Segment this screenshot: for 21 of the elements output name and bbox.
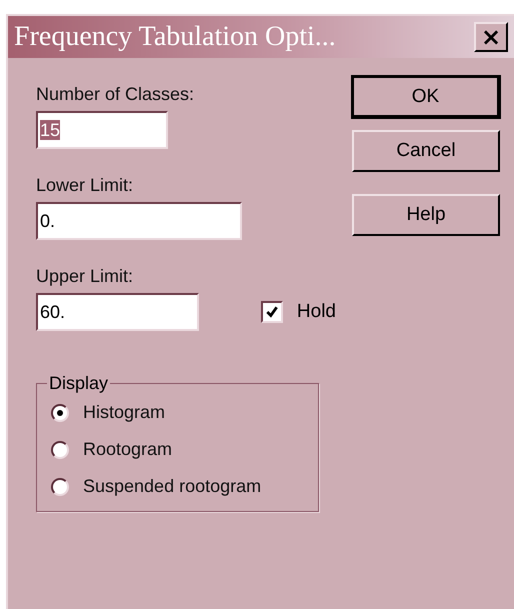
field-label: Number of Classes: [36,84,196,105]
input-field[interactable]: 15 [36,111,168,149]
radio-button[interactable] [51,440,69,458]
input-field[interactable]: 60. [36,293,199,331]
input-field[interactable]: 0. [36,202,242,240]
dialog-button[interactable]: OK [352,76,500,118]
radio-button[interactable] [51,404,69,422]
window-title: Frequency Tabulation Opti... [14,21,336,53]
field-label: Lower Limit: [36,175,134,196]
radio-label: Rootogram [83,439,172,460]
dialog-button[interactable]: Cancel [352,130,500,172]
dialog-button[interactable]: Help [352,194,500,236]
radio-button[interactable] [51,478,69,496]
radio-label: Suspended rootogram [83,476,262,497]
radio-label: Histogram [83,402,166,423]
group-title: Display [48,373,110,394]
close-button[interactable]: × [474,22,508,52]
checkbox-label: Hold [296,301,336,323]
field-label: Upper Limit: [36,266,134,287]
checkbox[interactable] [260,301,283,323]
checkmark-icon [264,305,279,319]
